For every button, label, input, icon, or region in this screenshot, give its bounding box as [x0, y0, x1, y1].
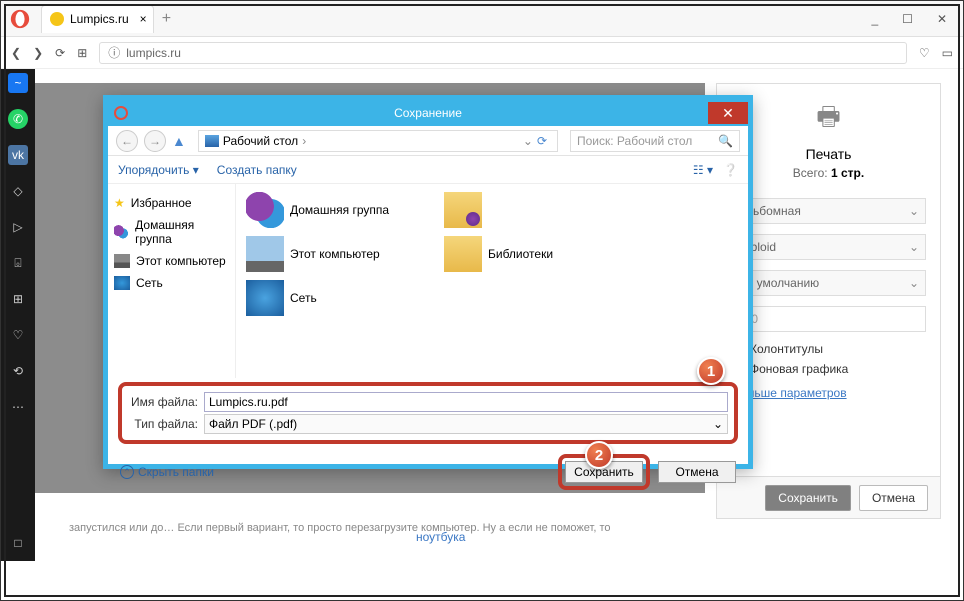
- collapse-icon[interactable]: □: [8, 533, 28, 553]
- opera-menu-icon[interactable]: [9, 8, 31, 30]
- paper-select[interactable]: Tabloid⌄: [731, 234, 926, 260]
- headers-checkbox[interactable]: ✓Колонтитулы: [731, 342, 926, 356]
- new-tab-button[interactable]: +: [162, 10, 171, 28]
- chat-icon[interactable]: ◇: [8, 181, 28, 201]
- dialog-titlebar: Сохранение ✕: [108, 100, 748, 126]
- side-homegroup[interactable]: Домашняя группа: [114, 214, 229, 250]
- nav-back-icon[interactable]: ❮: [11, 46, 21, 60]
- desktop-icon: [205, 135, 219, 147]
- filename-label: Имя файла:: [128, 395, 204, 409]
- hide-folders-button[interactable]: ⌃Скрыть папки: [120, 465, 214, 479]
- dialog-app-icon: [114, 106, 128, 120]
- filetype-label: Тип файла:: [128, 417, 204, 431]
- file-this-pc[interactable]: Этот компьютер: [246, 236, 436, 272]
- history-icon[interactable]: ⟲: [8, 361, 28, 381]
- dialog-toolbar: Упорядочить ▾ Создать папку ☷ ▾ ❔: [108, 156, 748, 184]
- dialog-cancel-button[interactable]: Отмена: [658, 461, 736, 483]
- heart-icon[interactable]: ♡: [8, 325, 28, 345]
- dialog-sidebar: ★Избранное Домашняя группа Этот компьюте…: [108, 184, 236, 378]
- file-network[interactable]: Сеть: [246, 280, 436, 316]
- page-text-snippet: запустился или до… Если первый вариант, …: [69, 521, 610, 536]
- search-input[interactable]: Поиск: Рабочий стол 🔍: [570, 130, 740, 152]
- filetype-select[interactable]: Файл PDF (.pdf)⌄: [204, 414, 728, 434]
- save-dialog: Сохранение ✕ ← → ▲ Рабочий стол › ⌄ ⟳ По…: [103, 95, 753, 469]
- site-info-icon[interactable]: ⓘ: [108, 44, 120, 61]
- messenger-sidebar: ~ ✆ vk ◇ ▷ ⌻ ⊞ ♡ ⟲ ⋯ □: [1, 69, 35, 561]
- address-toolbar: ❮ ❯ ⟳ ⊞ ⓘ lumpics.ru ♡ ▭: [1, 37, 963, 69]
- play-icon[interactable]: ▷: [8, 217, 28, 237]
- grid-icon[interactable]: ⊞: [8, 289, 28, 309]
- annotation-badge-2: 2: [585, 441, 613, 469]
- location-text: Рабочий стол: [223, 134, 298, 148]
- tab-title: Lumpics.ru: [70, 12, 129, 26]
- more-icon[interactable]: ⋯: [8, 397, 28, 417]
- search-placeholder: Поиск: Рабочий стол: [577, 134, 692, 148]
- bookmark-icon[interactable]: ♡: [919, 46, 930, 60]
- nav-forward-button[interactable]: →: [144, 130, 166, 152]
- address-input[interactable]: ⓘ lumpics.ru: [99, 42, 907, 64]
- file-user-folder[interactable]: [444, 192, 634, 228]
- print-cancel-button[interactable]: Отмена: [859, 485, 928, 511]
- help-icon[interactable]: ❔: [723, 163, 738, 177]
- location-breadcrumb[interactable]: Рабочий стол › ⌄ ⟳: [198, 130, 558, 152]
- view-options-button[interactable]: ☷ ▾: [693, 163, 713, 177]
- page-link[interactable]: ноутбука: [416, 530, 465, 544]
- dialog-file-area: Домашняя группа Этот компьютер Библиотек…: [236, 184, 748, 378]
- margins-select[interactable]: По умолчанию⌄: [731, 270, 926, 296]
- refresh-icon[interactable]: ⟳: [537, 134, 547, 148]
- speed-dial-icon[interactable]: ⊞: [77, 46, 87, 60]
- print-save-button[interactable]: Сохранить: [765, 485, 851, 511]
- browser-tab[interactable]: Lumpics.ru ×: [41, 5, 154, 33]
- window-minimize-icon[interactable]: _: [871, 12, 878, 26]
- dialog-title: Сохранение: [394, 106, 462, 120]
- side-favorites[interactable]: ★Избранное: [114, 192, 229, 214]
- tab-favicon: [50, 12, 64, 26]
- dialog-nav: ← → ▲ Рабочий стол › ⌄ ⟳ Поиск: Рабочий …: [108, 126, 748, 156]
- search-icon: 🔍: [718, 134, 733, 148]
- annotation-badge-1: 1: [697, 357, 725, 385]
- tab-close-icon[interactable]: ×: [140, 12, 147, 26]
- background-checkbox[interactable]: ✓Фоновая графика: [731, 362, 926, 376]
- nav-back-button[interactable]: ←: [116, 130, 138, 152]
- scale-input[interactable]: 100: [731, 306, 926, 332]
- window-maximize-icon[interactable]: ☐: [902, 12, 913, 26]
- filename-group: Имя файла: Lumpics.ru.pdf Тип файла: Фай…: [118, 382, 738, 444]
- whatsapp-icon[interactable]: ✆: [8, 109, 28, 129]
- browser-tab-bar: Lumpics.ru × + _ ☐ ✕: [1, 1, 963, 37]
- fb-messenger-icon[interactable]: ~: [8, 73, 28, 93]
- sidebar-toggle-icon[interactable]: ▭: [942, 46, 953, 60]
- filename-input[interactable]: Lumpics.ru.pdf: [204, 392, 728, 412]
- dialog-close-button[interactable]: ✕: [708, 102, 748, 124]
- url-text: lumpics.ru: [126, 46, 181, 60]
- file-libraries[interactable]: Библиотеки: [444, 236, 634, 272]
- nav-reload-icon[interactable]: ⟳: [55, 46, 65, 60]
- vk-icon[interactable]: vk: [8, 145, 28, 165]
- organize-button[interactable]: Упорядочить ▾: [118, 163, 199, 177]
- camera-icon[interactable]: ⌻: [8, 253, 28, 273]
- file-homegroup[interactable]: Домашняя группа: [246, 192, 436, 228]
- orientation-select[interactable]: Альбомная⌄: [731, 198, 926, 224]
- new-folder-button[interactable]: Создать папку: [217, 163, 297, 177]
- window-close-icon[interactable]: ✕: [937, 12, 947, 26]
- side-this-pc[interactable]: Этот компьютер: [114, 250, 229, 272]
- side-network[interactable]: Сеть: [114, 272, 229, 294]
- nav-up-button[interactable]: ▲: [172, 133, 186, 149]
- nav-forward-icon[interactable]: ❯: [33, 46, 43, 60]
